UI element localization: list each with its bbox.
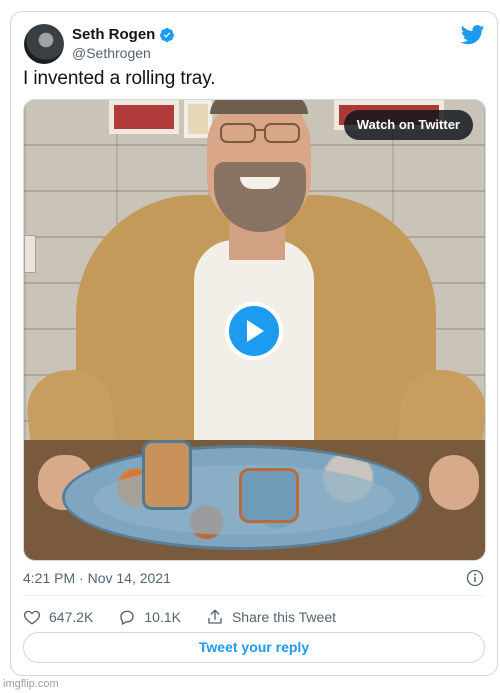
share-button[interactable]: Share this Tweet bbox=[206, 608, 336, 626]
glasses-icon bbox=[220, 123, 300, 143]
share-icon bbox=[208, 609, 222, 624]
avatar[interactable] bbox=[24, 24, 64, 64]
play-icon bbox=[247, 320, 264, 342]
reply-button[interactable]: 10.1K bbox=[118, 608, 181, 626]
author-handle[interactable]: @Sethrogen bbox=[72, 45, 151, 61]
author-name-row: Seth Rogen bbox=[72, 26, 175, 43]
tray-cup bbox=[142, 440, 192, 510]
person-hair bbox=[210, 100, 308, 114]
like-button[interactable]: 647.2K bbox=[23, 608, 93, 626]
reply-count: 10.1K bbox=[144, 609, 181, 625]
video-media[interactable]: Watch on Twitter bbox=[23, 99, 486, 561]
tweet-text: I invented a rolling tray. bbox=[23, 68, 216, 89]
comment-icon bbox=[120, 610, 135, 625]
verified-badge-icon bbox=[160, 27, 175, 42]
divider bbox=[23, 595, 485, 596]
tweet-actions: 647.2K 10.1K Share this Tweet bbox=[23, 606, 361, 628]
person-hand-right bbox=[429, 455, 479, 510]
tray-pot bbox=[239, 468, 299, 523]
watermark: imgflip.com bbox=[3, 678, 59, 690]
tweet-your-reply-button[interactable]: Tweet your reply bbox=[23, 632, 485, 663]
twitter-bird-icon[interactable] bbox=[461, 25, 485, 45]
play-button[interactable] bbox=[225, 302, 283, 360]
like-count: 647.2K bbox=[49, 609, 94, 625]
wall-art bbox=[109, 100, 179, 134]
heart-icon bbox=[23, 610, 41, 625]
tweet-card: Seth Rogen @Sethrogen I invented a rolli… bbox=[10, 11, 498, 676]
person-smile bbox=[240, 177, 280, 189]
wall-outlet bbox=[24, 235, 36, 273]
author-name[interactable]: Seth Rogen bbox=[72, 26, 155, 43]
watch-on-twitter-button[interactable]: Watch on Twitter bbox=[343, 110, 473, 140]
share-label: Share this Tweet bbox=[231, 609, 336, 625]
tweet-timestamp[interactable]: 4:21 PM · Nov 14, 2021 bbox=[23, 570, 171, 586]
info-icon[interactable] bbox=[466, 569, 484, 587]
